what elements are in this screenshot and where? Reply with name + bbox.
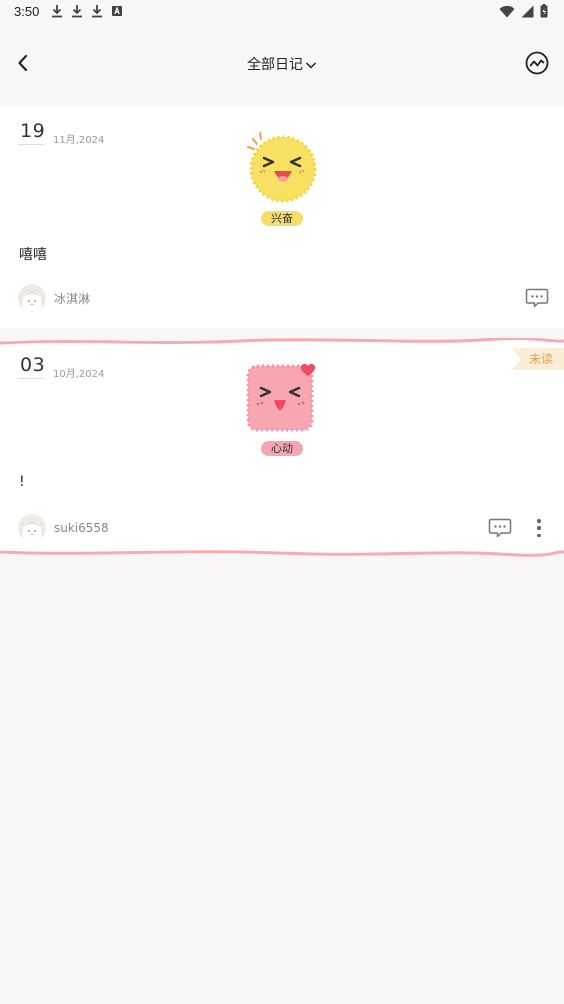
excited-face-icon: [247, 132, 317, 203]
download-icon: [92, 5, 102, 18]
stats-button[interactable]: [524, 50, 550, 76]
download-icon: [72, 5, 82, 18]
battery-icon: [540, 4, 548, 18]
mood-tag: 心动: [261, 441, 303, 456]
page-title: 全部日记: [247, 57, 303, 73]
diary-filter-dropdown[interactable]: 全部日记: [0, 54, 564, 74]
comment-icon: [525, 288, 549, 308]
comment-button[interactable]: [525, 287, 549, 309]
status-time: 3:50: [14, 4, 40, 19]
entry-day: 19: [20, 120, 46, 142]
author-name: suki6558: [54, 521, 109, 535]
heart-flutter-face-icon: [246, 363, 316, 432]
author-name: 冰淇淋: [54, 291, 91, 306]
trend-circle-icon: [525, 51, 549, 75]
avatar: [18, 284, 46, 312]
status-icons-right: [499, 4, 548, 18]
header: 全部日记: [0, 34, 564, 92]
diary-card[interactable]: 19 11月,2024 兴奋 嘻嘻 冰淇淋: [0, 106, 564, 328]
status-icons-left: [51, 4, 123, 18]
a-box-icon: [112, 6, 122, 16]
wifi-icon: [499, 5, 515, 18]
signal-icon: [521, 5, 534, 17]
entry-day: 03: [20, 354, 46, 376]
comment-button[interactable]: [488, 517, 512, 539]
avatar: [18, 514, 46, 542]
entry-month-year: 11月,2024: [53, 135, 105, 146]
entry-text: !: [19, 474, 25, 490]
day-underline: [18, 378, 44, 379]
author[interactable]: suki6558: [18, 514, 109, 542]
comment-icon: [488, 518, 512, 538]
download-icon: [52, 5, 62, 18]
status-bar: 3:50: [0, 0, 564, 24]
mood-tag: 兴奋: [261, 211, 303, 226]
unread-badge: 未读: [512, 348, 564, 370]
day-underline: [18, 144, 44, 145]
chevron-down-icon: [305, 62, 317, 69]
diary-card[interactable]: 03 10月,2024 未读 心动 ! suki6558: [0, 340, 564, 554]
more-vertical-icon: [537, 519, 541, 523]
more-options-button[interactable]: [532, 516, 546, 540]
entry-text: 嘻嘻: [19, 247, 47, 263]
author[interactable]: 冰淇淋: [18, 284, 90, 312]
entry-month-year: 10月,2024: [53, 369, 105, 380]
